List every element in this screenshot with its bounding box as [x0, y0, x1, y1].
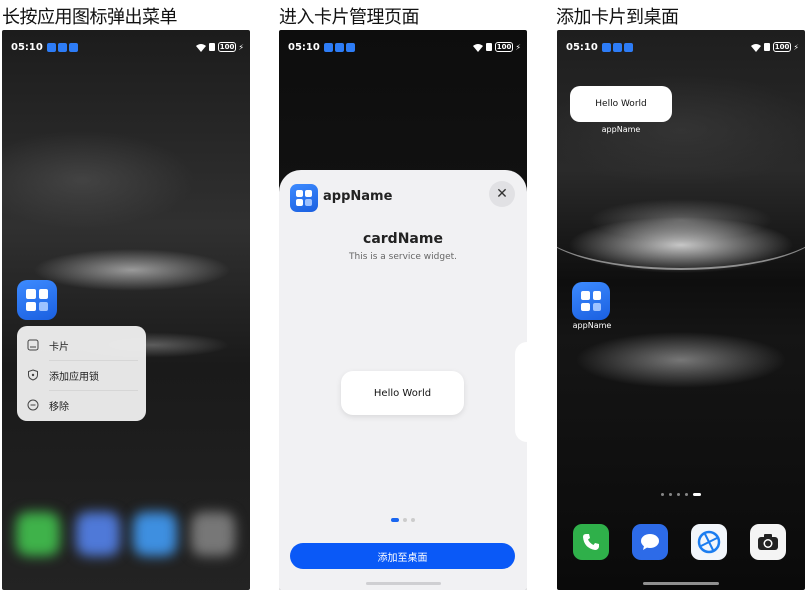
browser-app-icon[interactable] — [691, 524, 727, 560]
status-time: 05:10 — [11, 41, 43, 53]
home-page-indicator — [557, 493, 805, 496]
page-dot — [677, 493, 680, 496]
browser-app-icon — [133, 512, 177, 556]
notification-icon — [601, 42, 611, 52]
app-icon — [290, 184, 318, 212]
remove-circle-icon — [27, 399, 39, 411]
sim-icon — [763, 43, 770, 51]
battery-icon: 100 — [772, 42, 792, 52]
messages-app-icon[interactable] — [632, 524, 668, 560]
app-icon[interactable] — [572, 282, 610, 320]
close-icon: ✕ — [496, 186, 508, 202]
notification-icon — [46, 42, 56, 52]
wallpaper-arc — [557, 180, 805, 270]
card-description: This is a service widget. — [349, 252, 457, 262]
page-dot-active — [693, 493, 701, 496]
notification-icon — [323, 42, 333, 52]
wifi-icon — [750, 43, 761, 52]
notification-icon — [68, 42, 78, 52]
menu-item-label: 卡片 — [49, 341, 69, 353]
card-icon — [27, 339, 39, 351]
phone-app-icon[interactable] — [573, 524, 609, 560]
notification-icon — [334, 42, 344, 52]
home-widget[interactable]: Hello World — [570, 86, 672, 122]
close-button[interactable]: ✕ — [489, 181, 515, 207]
next-widget-preview[interactable] — [515, 342, 527, 442]
charging-icon: ⚡ — [238, 42, 244, 52]
status-time: 05:10 — [288, 41, 320, 53]
sim-icon — [485, 43, 492, 51]
charging-icon: ⚡ — [515, 42, 521, 52]
status-bar: 05:10 100 ⚡ — [566, 40, 799, 54]
phone-screen-context-menu: 05:10 100 ⚡ 卡片 添加应用锁 移除 — [2, 30, 250, 590]
page-dot — [685, 493, 688, 496]
notification-icon — [57, 42, 67, 52]
phone-screen-card-manager: 05:10 100 ⚡ appName ✕ cardName This is a… — [279, 30, 527, 590]
wifi-icon — [472, 43, 483, 52]
menu-item-label: 添加应用锁 — [49, 371, 99, 383]
page-dot-active — [391, 518, 399, 522]
phone-screen-home: 05:10 100 ⚡ Hello World appName appName — [557, 30, 805, 590]
status-bar: 05:10 100 ⚡ — [288, 40, 521, 54]
menu-item-app-lock[interactable]: 添加应用锁 — [17, 360, 146, 390]
page-dot — [669, 493, 672, 496]
status-bar: 05:10 100 ⚡ — [11, 40, 244, 54]
widget-label: appName — [601, 125, 641, 134]
page-dot — [661, 493, 664, 496]
wifi-icon — [195, 43, 206, 52]
shield-lock-icon — [27, 369, 39, 381]
page-dot — [411, 518, 415, 522]
home-indicator[interactable] — [366, 582, 441, 585]
camera-app-icon[interactable] — [750, 524, 786, 560]
menu-item-label: 移除 — [49, 401, 69, 413]
panel-title-card-manager: 进入卡片管理页面 — [279, 7, 420, 28]
notification-icon — [623, 42, 633, 52]
sim-icon — [208, 43, 215, 51]
card-manager-sheet: appName ✕ cardName This is a service wid… — [279, 170, 527, 590]
app-label: appName — [572, 321, 612, 330]
card-name: cardName — [363, 231, 443, 247]
notification-icon — [612, 42, 622, 52]
phone-app-icon — [16, 512, 60, 556]
status-time: 05:10 — [566, 41, 598, 53]
page-indicator — [279, 518, 527, 522]
camera-app-icon — [191, 512, 235, 556]
panel-title-long-press: 长按应用图标弹出菜单 — [2, 7, 178, 28]
charging-icon: ⚡ — [793, 42, 799, 52]
context-menu: 卡片 添加应用锁 移除 — [17, 326, 146, 421]
page-dot — [403, 518, 407, 522]
app-name: appName — [323, 189, 393, 204]
battery-icon: 100 — [217, 42, 237, 52]
battery-icon: 100 — [494, 42, 514, 52]
add-to-desktop-button[interactable]: 添加至桌面 — [290, 543, 515, 569]
messages-app-icon — [76, 512, 120, 556]
menu-item-remove[interactable]: 移除 — [17, 390, 146, 420]
notification-icon — [345, 42, 355, 52]
home-indicator[interactable] — [643, 582, 719, 585]
panel-title-add-to-desktop: 添加卡片到桌面 — [556, 7, 679, 28]
widget-preview[interactable]: Hello World — [341, 371, 464, 415]
app-icon[interactable] — [17, 280, 57, 320]
menu-item-card[interactable]: 卡片 — [17, 330, 146, 360]
